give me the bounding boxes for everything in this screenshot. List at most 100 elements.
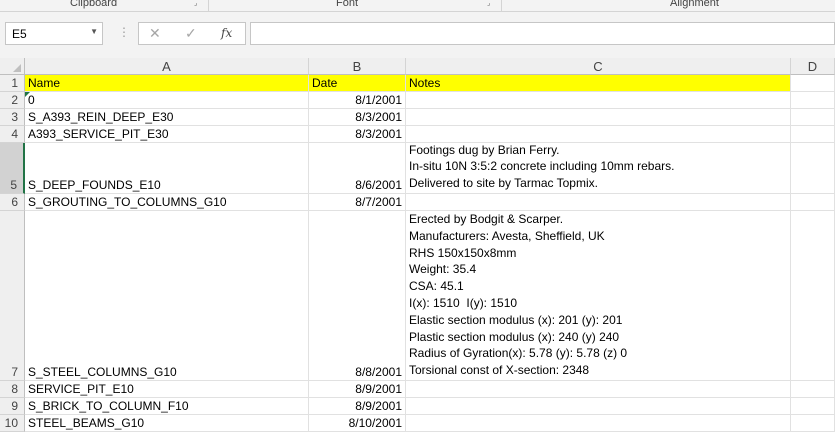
row-number: 2 <box>11 93 18 107</box>
cell-b5[interactable]: 8/6/2001 <box>309 143 406 194</box>
column-header-a[interactable]: A <box>25 58 309 75</box>
note-line: Erected by Bodgit & Scarper. <box>409 212 564 227</box>
formula-bar-grip-icon[interactable]: ⋮ <box>118 25 130 39</box>
cell-a7[interactable]: S_STEEL_COLUMNS_G10 <box>25 211 309 381</box>
cell-text: 8/6/2001 <box>355 178 402 192</box>
cell-a1[interactable]: Name <box>25 75 309 92</box>
cell-c1[interactable]: Notes <box>406 75 791 92</box>
cell-b6[interactable]: 8/7/2001 <box>309 194 406 211</box>
row-number: 8 <box>11 382 18 396</box>
cell-c6[interactable] <box>406 194 791 211</box>
cell-a9[interactable]: S_BRICK_TO_COLUMN_F10 <box>25 398 309 415</box>
row-number: 5 <box>10 178 17 192</box>
column-header-d[interactable]: D <box>791 58 835 75</box>
cell-c5[interactable]: Footings dug by Brian Ferry. In-situ 10N… <box>406 143 791 194</box>
cell-d5[interactable] <box>791 143 835 194</box>
cell-d7[interactable] <box>791 211 835 381</box>
cell-d3[interactable] <box>791 109 835 126</box>
note-line: Delivered to site by Tarmac Topmix. <box>409 176 598 191</box>
row-header-8[interactable]: 8 <box>0 381 25 398</box>
cell-a8[interactable]: SERVICE_PIT_E10 <box>25 381 309 398</box>
cell-b9[interactable]: 8/9/2001 <box>309 398 406 415</box>
note-line: RHS 150x150x8mm <box>409 245 517 260</box>
row-header-9[interactable]: 9 <box>0 398 25 415</box>
row-header-7[interactable]: 7 <box>0 211 25 381</box>
cell-d6[interactable] <box>791 194 835 211</box>
cell-text: 8/3/2001 <box>355 127 402 141</box>
note-line: I(x): 1510 I(y): 1510 <box>409 296 518 311</box>
note-line: Radius of Gyration(x): 5.78 (y): 5.78 (z… <box>409 346 628 361</box>
cell-text: S_A393_REIN_DEEP_E30 <box>28 110 174 124</box>
cell-a3[interactable]: S_A393_REIN_DEEP_E30 <box>25 109 309 126</box>
row-number: 7 <box>11 365 18 379</box>
insert-function-icon[interactable]: fx <box>221 26 232 40</box>
cell-b4[interactable]: 8/3/2001 <box>309 126 406 143</box>
cell-a5[interactable]: S_DEEP_FOUNDS_E10 <box>25 143 309 194</box>
row-header-3[interactable]: 3 <box>0 109 25 126</box>
clipboard-launcher-icon[interactable]: ⌟ <box>194 0 201 7</box>
cell-d9[interactable] <box>791 398 835 415</box>
select-all-button[interactable] <box>0 58 25 75</box>
cell-a10[interactable]: STEEL_BEAMS_G10 <box>25 415 309 432</box>
row-header-4[interactable]: 4 <box>0 126 25 143</box>
name-box[interactable]: E5 ▼ <box>5 22 103 45</box>
ribbon-group-alignment: Alignment <box>670 0 719 9</box>
row-header-10[interactable]: 10 <box>0 415 25 432</box>
enter-icon[interactable]: ✓ <box>185 25 197 42</box>
cell-text: 0 <box>28 93 35 107</box>
cell-text: 8/9/2001 <box>355 399 402 413</box>
formula-bar: E5 ▼ ⋮ ✕ ✓ fx <box>0 12 835 58</box>
cell-d8[interactable] <box>791 381 835 398</box>
cell-text: Notes <box>409 76 441 90</box>
cell-b2[interactable]: 8/1/2001 <box>309 92 406 109</box>
cell-c8[interactable] <box>406 381 791 398</box>
row-number: 9 <box>11 399 18 413</box>
cell-text: SERVICE_PIT_E10 <box>28 382 134 396</box>
cell-c2[interactable] <box>406 92 791 109</box>
cell-c7[interactable]: Erected by Bodgit & Scarper. Manufacture… <box>406 211 791 381</box>
cancel-icon[interactable]: ✕ <box>149 25 161 42</box>
worksheet-grid: A B C D 1 Name Date Notes 2 0 8/1/2001 3… <box>0 58 835 432</box>
cell-notes: Erected by Bodgit & Scarper. Manufacture… <box>409 211 627 379</box>
cell-d2[interactable] <box>791 92 835 109</box>
cell-b3[interactable]: 8/3/2001 <box>309 109 406 126</box>
cell-c3[interactable] <box>406 109 791 126</box>
cell-c9[interactable] <box>406 398 791 415</box>
column-header-b[interactable]: B <box>309 58 406 75</box>
cell-text: STEEL_BEAMS_G10 <box>28 416 145 430</box>
note-line: CSA: 45.1 <box>409 279 464 294</box>
column-header-c[interactable]: C <box>406 58 791 75</box>
row-number: 10 <box>4 416 18 430</box>
cell-d4[interactable] <box>791 126 835 143</box>
select-all-triangle-icon <box>13 64 21 72</box>
cell-c10[interactable] <box>406 415 791 432</box>
note-line: Plastic section modulus (x): 240 (y) 240 <box>409 329 620 344</box>
formula-input[interactable] <box>250 22 835 45</box>
row-header-2[interactable]: 2 <box>0 92 25 109</box>
cell-d1[interactable] <box>791 75 835 92</box>
row-header-6[interactable]: 6 <box>0 194 25 211</box>
ribbon-group-labels: Clipboard ⌟ Font ⌟ Alignment <box>0 0 835 12</box>
cell-text: S_STEEL_COLUMNS_G10 <box>28 365 177 379</box>
cell-b1[interactable]: Date <box>309 75 406 92</box>
row-number: 6 <box>11 195 18 209</box>
cell-b7[interactable]: 8/8/2001 <box>309 211 406 381</box>
cell-b10[interactable]: 8/10/2001 <box>309 415 406 432</box>
row-header-5[interactable]: 5 <box>0 143 25 194</box>
cell-text: 8/1/2001 <box>355 93 402 107</box>
font-launcher-icon[interactable]: ⌟ <box>487 0 494 7</box>
chevron-down-icon[interactable]: ▼ <box>90 27 98 36</box>
name-box-value: E5 <box>12 27 27 41</box>
cell-b8[interactable]: 8/9/2001 <box>309 381 406 398</box>
row-header-1[interactable]: 1 <box>0 75 25 92</box>
note-line: Footings dug by Brian Ferry. <box>409 142 560 157</box>
cell-a6[interactable]: S_GROUTING_TO_COLUMNS_G10 <box>25 194 309 211</box>
cell-a4[interactable]: A393_SERVICE_PIT_E30 <box>25 126 309 143</box>
note-line: Manufacturers: Avesta, Sheffield, UK <box>409 228 605 243</box>
row-number: 4 <box>11 127 18 141</box>
cell-c4[interactable] <box>406 126 791 143</box>
cell-a2[interactable]: 0 <box>25 92 309 109</box>
ribbon-divider <box>208 0 209 11</box>
cell-text: S_DEEP_FOUNDS_E10 <box>28 178 161 192</box>
cell-d10[interactable] <box>791 415 835 432</box>
